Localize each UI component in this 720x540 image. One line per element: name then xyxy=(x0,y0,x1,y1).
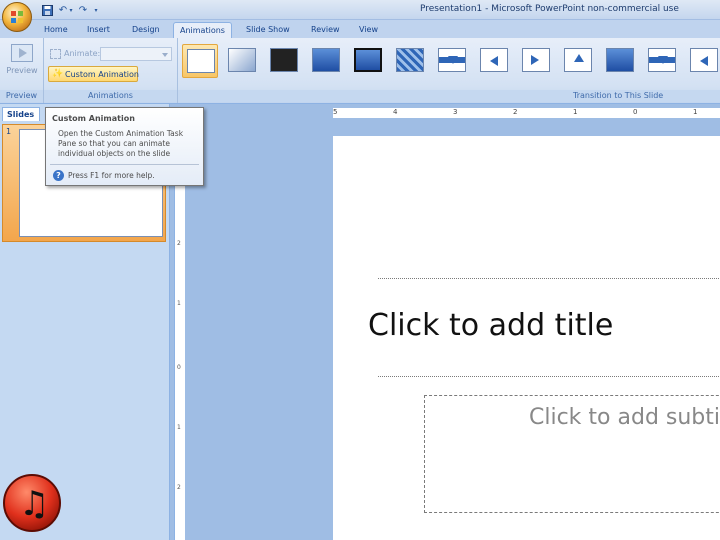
slide-number: 1 xyxy=(6,127,12,136)
custom-animation-button[interactable]: ✨ Custom Animation xyxy=(48,66,139,82)
custom-animation-tooltip: Custom Animation Open the Custom Animati… xyxy=(45,107,204,186)
transition-fade-smoothly[interactable] xyxy=(224,44,260,78)
transition-dissolve[interactable] xyxy=(392,44,428,78)
transition-fade-through-black[interactable] xyxy=(266,44,302,78)
tooltip-divider xyxy=(50,164,199,165)
subtitle-placeholder: Click to add subtitle xyxy=(529,405,720,430)
transition-wipe-left-2[interactable] xyxy=(686,44,720,78)
transition-cut-through-black[interactable] xyxy=(350,44,386,78)
slide-editing-area: Click to add title Click to add subtitle xyxy=(186,118,720,540)
title-box-top-border xyxy=(378,278,720,279)
preview-group-label: Preview xyxy=(0,90,43,102)
ruler-label: 5 xyxy=(333,108,338,116)
custom-animation-label: Custom Animation xyxy=(65,70,139,79)
tooltip-help-text: Press F1 for more help. xyxy=(68,171,155,180)
music-note-icon[interactable]: ♫ xyxy=(3,474,61,532)
window-title: Presentation1 - Microsoft PowerPoint non… xyxy=(420,4,679,14)
customize-quick-access-icon[interactable]: ▾ xyxy=(92,3,100,17)
ruler-label: 1 xyxy=(573,108,578,116)
ribbon: Preview Preview Animate: ✨ Custom Animat… xyxy=(0,38,720,104)
save-icon[interactable] xyxy=(40,3,54,17)
animate-label: Animate: xyxy=(64,49,101,58)
help-icon: ? xyxy=(53,170,64,181)
ruler-label: 1 xyxy=(177,300,181,307)
preview-button-label: Preview xyxy=(6,66,38,75)
transition-group: Transition to This Slide xyxy=(178,38,720,103)
tab-view[interactable]: View xyxy=(353,22,384,39)
ruler-label: 0 xyxy=(633,108,638,116)
animate-icon xyxy=(50,49,61,59)
animations-group-label: Animations xyxy=(44,90,177,102)
ruler-label: 2 xyxy=(177,484,181,491)
tab-home[interactable]: Home xyxy=(38,22,74,39)
tooltip-body: Open the Custom Animation Task Pane so t… xyxy=(58,129,184,158)
preview-group: Preview Preview xyxy=(0,38,44,103)
ruler-label: 2 xyxy=(513,108,518,116)
animate-control: Animate: xyxy=(48,47,176,61)
tab-slide-show[interactable]: Slide Show xyxy=(240,22,296,39)
custom-animation-icon: ✨ xyxy=(52,69,64,79)
redo-icon[interactable]: ↷ xyxy=(76,3,90,17)
title-placeholder[interactable]: Click to add title xyxy=(368,308,613,343)
transition-wipe-down[interactable] xyxy=(434,44,470,78)
ruler-label: 3 xyxy=(453,108,458,116)
transition-wipe-right[interactable] xyxy=(518,44,554,78)
transition-cut[interactable] xyxy=(308,44,344,78)
preview-button[interactable]: Preview xyxy=(4,41,40,87)
transition-group-label: Transition to This Slide xyxy=(178,90,720,102)
ruler-label: 1 xyxy=(177,424,181,431)
transition-no-transition[interactable] xyxy=(182,44,218,78)
tooltip-title: Custom Animation xyxy=(52,114,135,123)
chevron-down-icon[interactable]: ▾ xyxy=(67,3,75,17)
office-logo-icon xyxy=(11,11,23,23)
ruler-label: 4 xyxy=(393,108,398,116)
transition-wipe-up[interactable] xyxy=(560,44,596,78)
tab-design[interactable]: Design xyxy=(126,22,166,39)
transition-split[interactable] xyxy=(602,44,638,78)
tab-insert[interactable]: Insert xyxy=(81,22,116,39)
preview-icon xyxy=(11,44,33,62)
title-bar: ↶ ▾ ↷ ▾ Presentation1 - Microsoft PowerP… xyxy=(0,0,720,20)
horizontal-ruler: 5 4 3 2 1 0 1 xyxy=(333,108,720,118)
ruler-label: 2 xyxy=(177,240,181,247)
office-button[interactable] xyxy=(2,2,32,32)
tab-animations[interactable]: Animations xyxy=(173,22,232,39)
ruler-label: 0 xyxy=(177,364,181,371)
title-box-bottom-border xyxy=(378,376,720,377)
subtitle-placeholder-box[interactable]: Click to add subtitle xyxy=(424,395,720,513)
ribbon-tabs: Home Insert Design Animations Slide Show… xyxy=(0,20,720,39)
tab-slides[interactable]: Slides xyxy=(2,107,40,121)
animations-group: Animate: ✨ Custom Animation Animations xyxy=(44,38,178,103)
tab-review[interactable]: Review xyxy=(305,22,346,39)
transition-wipe-left[interactable] xyxy=(476,44,512,78)
ruler-label: 1 xyxy=(693,108,698,116)
transition-wipe-down-2[interactable] xyxy=(644,44,680,78)
animate-dropdown[interactable] xyxy=(100,47,172,61)
